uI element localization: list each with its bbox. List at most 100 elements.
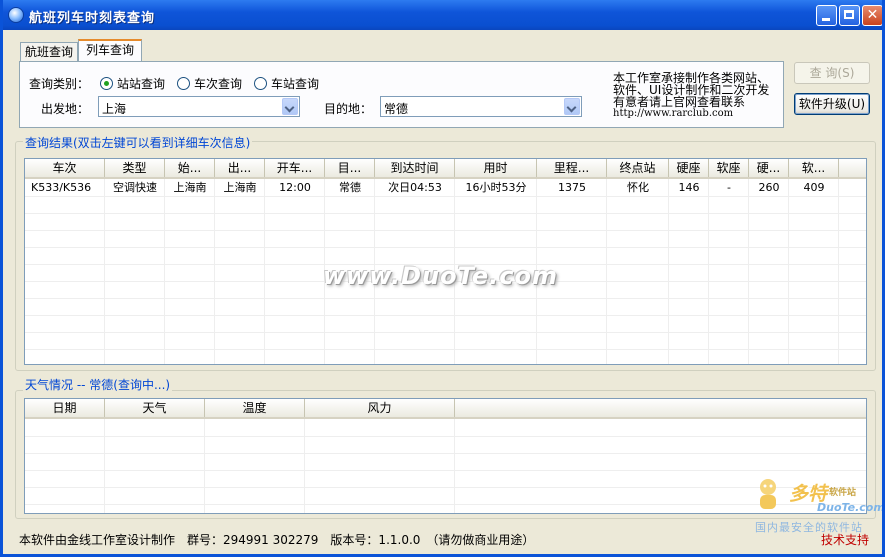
table-cell: 怀化 <box>627 181 649 194</box>
grid-line <box>25 247 866 248</box>
radio-station-to-station[interactable] <box>100 77 113 90</box>
weather-list[interactable]: 日期 天气 温度 风力 <box>24 398 867 514</box>
grid-line <box>304 419 305 513</box>
tab-train-query[interactable]: 列车查询 <box>78 39 142 62</box>
mascot-icon <box>760 479 776 509</box>
maximize-icon <box>844 10 854 19</box>
duote-logo-watermark: 多特 软件站 DuoTe.com 国内最安全的软件站 <box>751 475 885 537</box>
results-column-header[interactable]: 软... <box>789 159 839 177</box>
grid-line <box>25 349 866 350</box>
results-column-header[interactable]: 终点站 <box>607 159 669 177</box>
tab-flight-query[interactable]: 航班查询 <box>20 42 78 61</box>
grid-line <box>25 196 866 197</box>
table-cell: 1375 <box>558 181 586 194</box>
grid-line <box>25 487 866 488</box>
results-column-header[interactable]: 目... <box>325 159 375 177</box>
table-cell: K533/K536 <box>31 181 92 194</box>
weather-column-header[interactable]: 天气 <box>105 399 205 417</box>
chevron-down-icon[interactable] <box>564 98 580 115</box>
table-cell: 16小时53分 <box>465 181 527 194</box>
from-label: 出发地： <box>41 102 90 116</box>
radio-station[interactable] <box>254 77 267 90</box>
table-cell: - <box>727 181 731 194</box>
info-line-3: 有意者请上官网查看联系 <box>613 95 746 109</box>
results-column-header[interactable]: 软座 <box>709 159 749 177</box>
grid-line <box>25 453 866 454</box>
grid-line <box>204 419 205 513</box>
radio-train-number[interactable] <box>177 77 190 90</box>
to-select[interactable]: 常德 <box>380 96 582 117</box>
results-column-header[interactable]: 车次 <box>25 159 105 177</box>
grid-line <box>708 179 709 364</box>
chevron-down-icon[interactable] <box>282 98 298 115</box>
logo-small-text: 软件站 <box>829 488 857 498</box>
grid-line <box>838 179 839 364</box>
window-title: 航班列车时刻表查询 <box>29 11 156 26</box>
radio-station-label[interactable]: 车站查询 <box>271 75 319 92</box>
grid-line <box>264 179 265 364</box>
table-cell: 上海南 <box>173 181 207 194</box>
grid-line <box>748 179 749 364</box>
results-header: 车次 类型 始... 出... 开车... 目... 到达时间 用时 里程... 终点站 硬座 软座硬… <box>25 159 866 179</box>
info-url[interactable]: http://www.rarclub.com <box>613 108 781 120</box>
close-icon: ✕ <box>866 7 879 23</box>
results-column-header[interactable]: 硬... <box>749 159 789 177</box>
table-cell: 常德 <box>339 181 361 194</box>
results-column-header[interactable]: 硬座 <box>669 159 709 177</box>
table-cell: 12:00 <box>279 181 311 194</box>
weather-title: 天气情况 -- 常德(查询中...) <box>23 376 173 393</box>
minimize-icon <box>822 18 830 21</box>
watermark-text: www.DuoTe.com <box>323 262 558 290</box>
grid-line <box>25 332 866 333</box>
results-column-header[interactable]: 出... <box>215 159 265 177</box>
radio-station-to-station-label[interactable]: 站站查询 <box>117 75 165 92</box>
results-column-header[interactable]: 到达时间 <box>375 159 455 177</box>
results-column-header[interactable]: 里程... <box>537 159 607 177</box>
upgrade-button[interactable]: 软件升级(U) <box>794 93 870 115</box>
results-column-header[interactable]: 开车... <box>265 159 325 177</box>
table-cell: 146 <box>678 181 700 194</box>
maximize-button[interactable] <box>839 5 860 26</box>
table-row[interactable]: K533/K536 空调快速 上海南 上海南 12:00 常德 次日04:53 16小时53分… <box>25 179 866 196</box>
grid-line <box>164 179 165 364</box>
weather-header: 日期 天气 温度 风力 <box>25 399 866 419</box>
weather-column-header[interactable]: 风力 <box>305 399 455 417</box>
app-icon[interactable] <box>8 7 24 23</box>
status-text: 本软件由金线工作室设计制作 群号：294991 302279 版本号：1.1.0… <box>19 533 535 547</box>
grid-line <box>25 436 866 437</box>
minimize-button[interactable] <box>816 5 837 26</box>
grid-line <box>668 179 669 364</box>
grid-line <box>25 504 866 505</box>
results-column-header[interactable]: 用时 <box>455 159 537 177</box>
grid-line <box>25 213 866 214</box>
grid-line <box>454 419 455 513</box>
grid-line <box>25 298 866 299</box>
grid-line <box>606 179 607 364</box>
radio-train-number-label[interactable]: 车次查询 <box>194 75 242 92</box>
to-value: 常德 <box>384 102 409 116</box>
grid-line <box>104 179 105 364</box>
app-window: 航班列车时刻表查询 ✕ 航班查询 列车查询 查询类别： 站站查询 车次查询 车站… <box>0 0 885 557</box>
results-title: 查询结果(双击左键可以看到详细车次信息) <box>23 134 253 151</box>
logo-domain: DuoTe.com <box>817 501 885 514</box>
from-value: 上海 <box>102 102 127 116</box>
grid-line <box>104 419 105 513</box>
results-column-header[interactable]: 类型 <box>105 159 165 177</box>
studio-info: 本工作室承接制作各类网站、 软件、UI设计制作和二次开发 有意者请上官网查看联系… <box>613 72 781 120</box>
query-type-label: 查询类别： <box>29 77 90 91</box>
close-button[interactable]: ✕ <box>862 5 882 26</box>
table-cell: 上海南 <box>223 181 257 194</box>
grid-line <box>788 179 789 364</box>
from-select[interactable]: 上海 <box>98 96 300 117</box>
query-button[interactable]: 查 询(S) <box>794 62 870 84</box>
weather-column-header[interactable]: 日期 <box>25 399 105 417</box>
to-label: 目的地： <box>324 102 373 116</box>
tech-support-link[interactable]: 技术支持 <box>821 531 869 548</box>
table-cell: 260 <box>758 181 780 194</box>
results-column-header[interactable]: 始... <box>165 159 215 177</box>
table-cell: 次日04:53 <box>388 181 442 194</box>
title-bar[interactable]: 航班列车时刻表查询 ✕ <box>3 0 882 30</box>
grid-line <box>25 315 866 316</box>
table-cell: 409 <box>803 181 825 194</box>
weather-column-header[interactable]: 温度 <box>205 399 305 417</box>
